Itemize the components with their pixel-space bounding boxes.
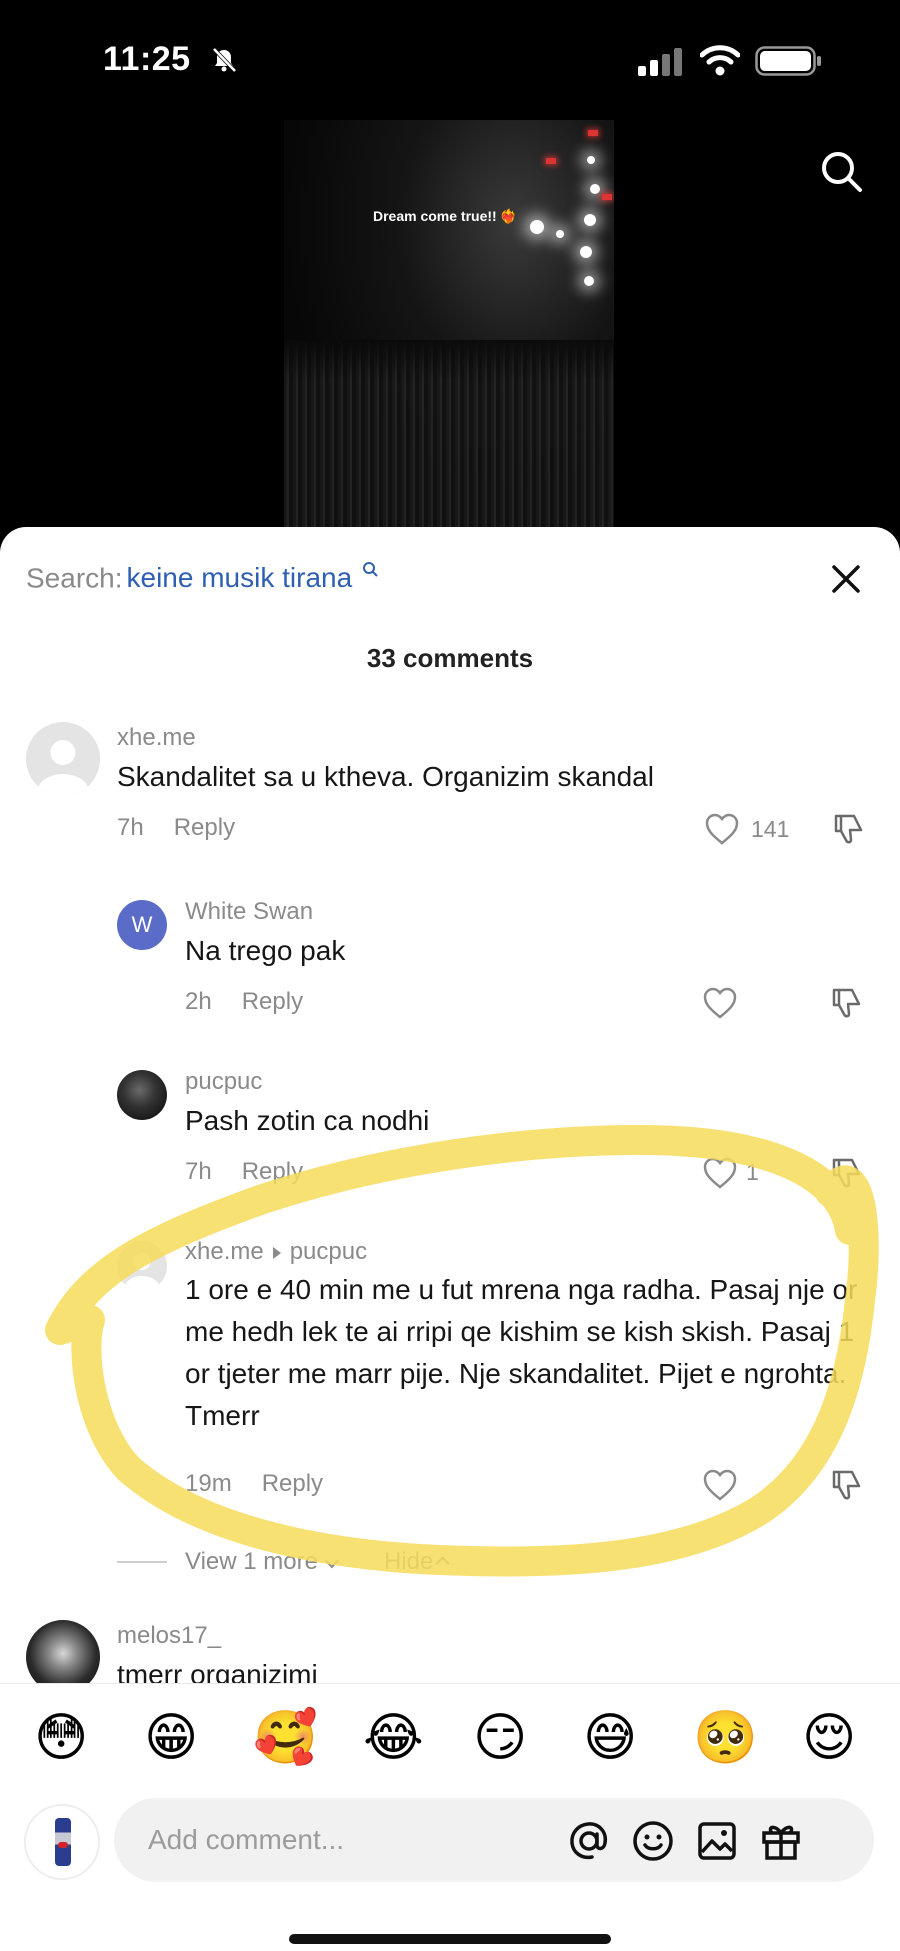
comment-username[interactable]: xhe.me [117, 724, 196, 752]
chevron-down-icon [324, 1554, 339, 1569]
emoji-button[interactable]: 😳 [34, 1708, 88, 1768]
search-small-icon [362, 562, 378, 577]
close-icon[interactable] [828, 561, 864, 597]
dislike-icon[interactable] [830, 810, 866, 846]
comment-time: 2h [185, 988, 212, 1015]
comment-meta: 7h Reply [185, 1158, 303, 1186]
view-more-button[interactable]: View 1 more [185, 1548, 339, 1576]
cellular-signal-icon [638, 48, 682, 76]
avatar[interactable] [117, 1070, 167, 1120]
comment-text: Skandalitet sa u ktheva. Organizim skand… [117, 761, 654, 792]
user-avatar[interactable] [24, 1804, 100, 1880]
video-thumbnail[interactable]: Dream come true!! ❤️‍🔥 [284, 120, 614, 530]
reply-button[interactable]: Reply [262, 1470, 323, 1497]
crowd-image [284, 340, 614, 530]
emoji-button[interactable]: 😅 [583, 1708, 637, 1768]
avatar[interactable]: W [117, 900, 167, 950]
dislike-icon[interactable] [828, 1154, 864, 1190]
emoji-button[interactable]: 😂 [363, 1708, 424, 1768]
comment-text: Na trego pak [185, 935, 346, 966]
comment-meta: 2h Reply [185, 988, 303, 1016]
image-icon[interactable] [694, 1818, 740, 1864]
heart-icon[interactable] [704, 812, 740, 846]
comment-meta: 7h Reply [117, 814, 235, 842]
gift-icon[interactable] [758, 1818, 804, 1864]
dislike-icon[interactable] [828, 984, 864, 1020]
heart-icon[interactable] [702, 1156, 738, 1190]
reply-button[interactable]: Reply [242, 988, 303, 1015]
like-count: 141 [751, 816, 790, 842]
wifi-icon [700, 45, 740, 76]
chevron-up-icon [435, 1556, 450, 1571]
divider [117, 1561, 167, 1563]
comment-text: tmerr organizimi [117, 1659, 318, 1684]
comment-item: melos17_ tmerr organizimi [0, 1620, 900, 1684]
comment-time: 19m [185, 1470, 232, 1497]
emoji-quick-bar: 😳 😁 🥰 😂 😏 😅 🥺 😌 [0, 1708, 900, 1778]
comment-username[interactable]: xhe.me pucpuc [185, 1238, 367, 1266]
comment-placeholder: Add comment... [148, 1824, 345, 1855]
comments-count: 33 comments [366, 643, 534, 673]
composer-row: Add comment... [0, 1796, 900, 1886]
video-caption: Dream come true!! ❤️‍🔥 [373, 208, 518, 224]
comment-composer-bar: 😳 😁 🥰 😂 😏 😅 🥺 😌 Add comment... [0, 1683, 900, 1951]
heart-icon[interactable] [702, 1468, 738, 1502]
like-count: 1 [746, 1159, 759, 1185]
mention-icon[interactable] [566, 1818, 612, 1864]
bell-muted-icon [212, 47, 237, 73]
emoji-button[interactable]: 😌 [802, 1708, 856, 1768]
comment-time: 7h [185, 1158, 212, 1185]
status-bar: 11:25 [0, 0, 900, 120]
video-player[interactable]: Dream come true!! ❤️‍🔥 [0, 120, 900, 530]
battery-icon [755, 46, 821, 76]
status-time: 11:25 [103, 40, 191, 78]
comment-text: 1 ore e 40 min me u fut mrena nga radha.… [185, 1274, 858, 1431]
avatar[interactable] [26, 722, 100, 796]
reply-button[interactable]: Reply [174, 814, 235, 841]
avatar[interactable] [117, 1241, 167, 1291]
reply-button[interactable]: Reply [242, 1158, 303, 1185]
comment-username[interactable]: melos17_ [117, 1622, 221, 1650]
thread-controls: View 1 more Hide [117, 1548, 450, 1576]
comment-username[interactable]: White Swan [185, 898, 313, 926]
comment-username[interactable]: pucpuc [185, 1068, 262, 1096]
hide-button[interactable]: Hide [384, 1548, 450, 1576]
search-suggestion[interactable]: Search: keine musik tirana [26, 561, 378, 594]
comment-meta: 19m Reply [185, 1470, 323, 1498]
reply-to-arrow-icon [272, 1246, 281, 1259]
reply-to-username[interactable]: pucpuc [290, 1238, 367, 1265]
comment-time: 7h [117, 814, 144, 841]
heart-icon[interactable] [702, 986, 738, 1020]
home-indicator [289, 1934, 611, 1944]
comment-text: Pash zotin ca nodhi [185, 1105, 430, 1136]
dislike-icon[interactable] [828, 1466, 864, 1502]
avatar[interactable] [26, 1620, 100, 1684]
emoji-button[interactable]: 😏 [473, 1708, 527, 1768]
comment-input[interactable]: Add comment... [114, 1798, 874, 1882]
emoji-picker-icon[interactable] [630, 1818, 676, 1864]
search-term-link[interactable]: keine musik tirana [127, 562, 353, 593]
emoji-button[interactable]: 🥰 [253, 1708, 318, 1768]
emoji-button[interactable]: 🥺 [693, 1708, 758, 1768]
can-image [55, 1818, 71, 1866]
search-icon[interactable] [818, 148, 864, 194]
emoji-button[interactable]: 😁 [144, 1708, 198, 1768]
